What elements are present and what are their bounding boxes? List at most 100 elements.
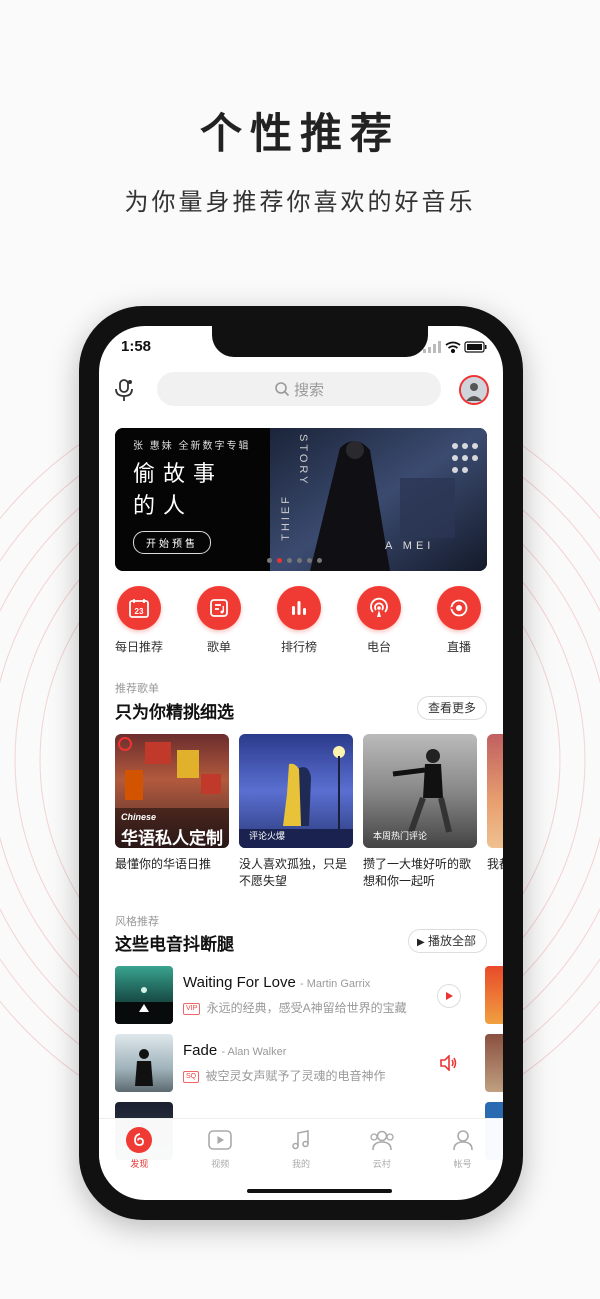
playlist-desc: 最懂你的华语日推: [115, 857, 212, 871]
playlist-card[interactable]: Chinese 华语私人定制 最懂你的华语日推: [115, 734, 229, 890]
live-icon: [437, 586, 481, 630]
tab-label: 帐号: [453, 1159, 472, 1169]
tab-label: 我的: [291, 1159, 310, 1169]
video-icon: [207, 1127, 233, 1153]
banner-album-title: 偷故事的人: [133, 461, 224, 518]
app-screen: 1:58 搜索 张 惠妹 全新数字专辑 偷故事的人 开始预售 STORY THI…: [99, 326, 503, 1200]
tab-discover[interactable]: 发现: [99, 1119, 180, 1177]
pager-dot[interactable]: [267, 558, 272, 563]
tab-label: 发现: [130, 1159, 149, 1169]
banner-pager-dots[interactable]: [267, 558, 322, 563]
song-thumb: [115, 966, 173, 1024]
mic-icon[interactable]: [113, 378, 135, 407]
song-row[interactable]: Fade - Alan Walker SQ 被空灵女声赋予了灵魂的电音神作: [115, 1034, 503, 1094]
play-icon[interactable]: [437, 984, 461, 1008]
pager-dot[interactable]: [297, 558, 302, 563]
promo-subtitle: 为你量身推荐你喜欢的好音乐: [124, 189, 476, 216]
cover-title-text: 华语私人定制: [121, 829, 223, 848]
style-subtitle: 风格推荐: [115, 916, 159, 928]
wifi-icon: [445, 341, 461, 354]
user-icon: [450, 1127, 476, 1153]
bottom-tab-bar: 发现 视频 我的 云村 帐号: [99, 1119, 503, 1177]
tab-community[interactable]: 云村: [341, 1119, 422, 1177]
quick-label: 每日推荐: [114, 640, 163, 654]
now-playing-avatar[interactable]: [459, 375, 489, 405]
playlist-carousel: Chinese 华语私人定制 最懂你的华语日推 评论火爆 没人喜欢孤独，只是不愿…: [115, 734, 503, 894]
quick-charts[interactable]: 排行榜: [259, 586, 339, 655]
tab-account[interactable]: 帐号: [422, 1119, 503, 1177]
vip-badge: VIP: [183, 1002, 201, 1015]
song-artist: - Alan Walker: [221, 1046, 287, 1058]
quick-label: 直播: [446, 640, 471, 654]
song-title-line: Fade - Alan Walker: [183, 1042, 286, 1059]
playlist-cover: 评论火爆: [239, 734, 353, 848]
home-indicator: [247, 1189, 392, 1193]
pager-dot[interactable]: [317, 558, 322, 563]
quick-radio[interactable]: 电台: [339, 586, 419, 655]
quick-label: 歌单: [206, 640, 231, 654]
cover-label: 本周热门评论: [373, 831, 428, 841]
play-icon: ▶: [416, 937, 425, 948]
search-icon: [275, 382, 290, 397]
quick-playlist[interactable]: 歌单: [179, 586, 259, 655]
song-title-line: Waiting For Love - Martin Garrix: [183, 974, 370, 991]
song-thumb-peek: [485, 1034, 503, 1092]
quick-daily-recommend[interactable]: 23 每日推荐: [99, 586, 179, 655]
cover-label: 评论火爆: [249, 831, 286, 841]
promo-title: 个性推荐: [199, 110, 400, 157]
song-desc: 被空灵女声赋予了灵魂的电音神作: [205, 1069, 386, 1083]
playlist-icon: [197, 586, 241, 630]
playlist-desc: 攒了一大堆好听的歌想和你一起听: [363, 857, 472, 888]
radio-icon: [357, 586, 401, 630]
tab-mine[interactable]: 我的: [261, 1119, 342, 1177]
pager-dot-active[interactable]: [277, 558, 282, 563]
playlist-cover: [487, 734, 503, 848]
song-artist: - Martin Garrix: [300, 978, 371, 990]
play-all-button[interactable]: ▶ 播放全部: [407, 929, 487, 953]
view-more-button[interactable]: 查看更多: [416, 696, 487, 720]
playlist-desc: 没人喜欢孤独，只是不愿失望: [239, 857, 348, 888]
speaker-icon[interactable]: [437, 1052, 459, 1074]
song-desc: 永远的经典，感受A神留给世界的宝藏: [206, 1001, 407, 1015]
tab-video[interactable]: 视频: [180, 1119, 261, 1177]
banner-thief-text: THIEF: [280, 494, 292, 541]
quick-label: 电台: [366, 640, 391, 654]
quick-entries: 23 每日推荐 歌单 排行榜 电台 直播: [99, 586, 503, 655]
community-icon: [369, 1127, 395, 1153]
banner-preorder-button[interactable]: 开始预售: [133, 531, 211, 554]
song-thumb: [115, 1034, 173, 1092]
netease-logo-icon: [126, 1127, 153, 1153]
search-placeholder: 搜索: [293, 381, 324, 399]
status-time: 1:58: [121, 338, 152, 355]
quick-live[interactable]: 直播: [419, 586, 499, 655]
sq-badge: SQ: [183, 1070, 200, 1083]
signal-icon: [423, 341, 441, 353]
search-input[interactable]: 搜索: [157, 372, 441, 406]
calendar-day: 23: [135, 607, 144, 616]
phone-notch: [212, 326, 428, 357]
song-title: Fade: [183, 1042, 218, 1059]
banner-artist-line: 张 惠妹 全新数字专辑: [133, 441, 251, 452]
music-note-icon: [288, 1127, 314, 1153]
banner-story-text: STORY: [297, 434, 309, 487]
playlist-card[interactable]: 本周热门评论 攒了一大堆好听的歌想和你一起听: [363, 734, 477, 890]
song-thumb-peek: [485, 966, 503, 1024]
song-row[interactable]: Waiting For Love - Martin Garrix VIP 永远的…: [115, 966, 503, 1026]
recommend-title: 只为你精挑细选: [115, 703, 234, 722]
playlist-cover: 本周热门评论: [363, 734, 477, 848]
pager-dot[interactable]: [307, 558, 312, 563]
phone-frame: 1:58 搜索 张 惠妹 全新数字专辑 偷故事的人 开始预售 STORY THI…: [79, 306, 523, 1220]
tab-label: 云村: [372, 1159, 391, 1169]
playlist-desc: 我都不: [487, 857, 503, 871]
playlist-card[interactable]: 我都不: [487, 734, 503, 890]
song-title: Waiting For Love: [183, 974, 296, 991]
quick-label: 排行榜: [280, 640, 317, 654]
top-bar: 搜索: [99, 372, 503, 412]
style-title: 这些电音抖断腿: [115, 935, 234, 954]
battery-icon: [464, 341, 487, 353]
playlist-card[interactable]: 评论火爆 没人喜欢孤独，只是不愿失望: [239, 734, 353, 890]
chart-icon: [277, 586, 321, 630]
pager-dot[interactable]: [287, 558, 292, 563]
banner[interactable]: 张 惠妹 全新数字专辑 偷故事的人 开始预售 STORY THIEF A MEI: [115, 428, 487, 571]
song-desc-line: SQ 被空灵女声赋予了灵魂的电音神作: [183, 1067, 385, 1084]
